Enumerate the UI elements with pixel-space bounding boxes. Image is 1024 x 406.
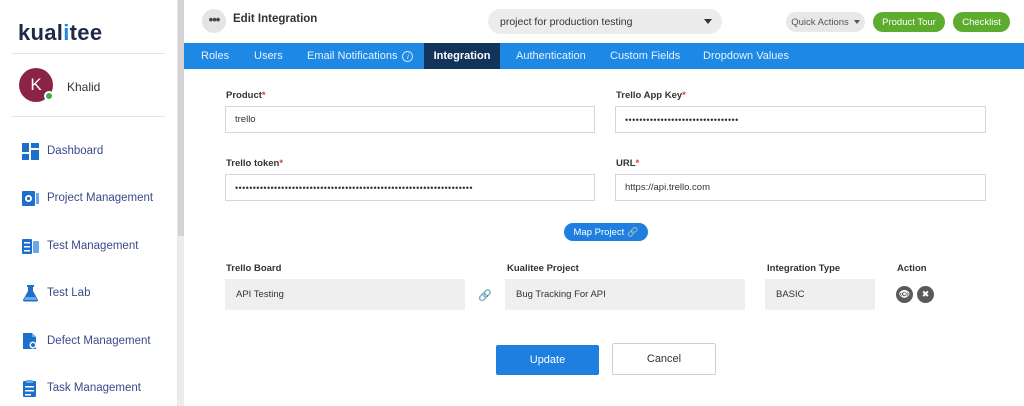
tab-authentication[interactable]: Authentication [516, 43, 586, 69]
tab-label: Email Notifications [307, 50, 398, 62]
tab-dropdown-values[interactable]: Dropdown Values [703, 43, 789, 69]
trello-token-field[interactable]: ••••••••••••••••••••••••••••••••••••••••… [225, 174, 595, 201]
tab-label: Custom Fields [610, 50, 681, 62]
tab-integration[interactable]: Integration [424, 43, 500, 69]
link-icon: 🔗 [478, 289, 492, 302]
kualitee-project-header: Kualitee Project [507, 263, 579, 274]
tab-label: Dropdown Values [703, 50, 790, 62]
sidebar-item-label: Task Management [47, 382, 141, 394]
project-selector[interactable]: project for production testing [488, 9, 722, 34]
sidebar: kualitee K Khalid Dashboard Project Mana… [0, 0, 178, 406]
sidebar-item-label: Project Management [47, 192, 154, 204]
page-title: Edit Integration [233, 13, 318, 25]
sidebar-item-test-management[interactable]: Test Management [22, 236, 138, 256]
quick-actions-dropdown[interactable]: Quick Actions [786, 12, 865, 32]
label-text: URL [616, 158, 636, 169]
product-tour-button[interactable]: Product Tour [873, 12, 945, 32]
required-marker: * [682, 90, 686, 101]
top-bar: ••• Edit Integration project for product… [184, 0, 1024, 43]
tab-label: Users [254, 50, 283, 62]
integration-type-cell: BASIC [765, 279, 875, 310]
map-project-button[interactable]: Map Project 🔗 [564, 223, 648, 241]
tab-label: Roles [201, 50, 230, 62]
avatar-initial: K [30, 75, 42, 94]
project-management-icon [22, 190, 39, 207]
update-button[interactable]: Update [496, 345, 599, 375]
url-field[interactable]: https://api.trello.com [615, 174, 986, 201]
more-menu-button[interactable]: ••• [202, 9, 226, 33]
sidebar-item-test-lab[interactable]: Test Lab [22, 283, 90, 303]
trello-board-header: Trello Board [226, 263, 282, 274]
sidebar-item-dashboard[interactable]: Dashboard [22, 141, 103, 161]
label-text: Trello App Key [616, 90, 683, 101]
divider [12, 53, 165, 54]
defect-icon [22, 332, 39, 350]
kualitee-project-cell: Bug Tracking For API [505, 279, 745, 310]
view-eye-icon[interactable]: 👁 [896, 286, 913, 303]
tab-users[interactable]: Users [254, 43, 283, 69]
kualitee-logo[interactable]: kualitee [18, 20, 102, 46]
trello-app-key-label: Trello App Key* [616, 90, 686, 101]
action-header: Action [897, 263, 927, 274]
sidebar-item-label: Test Lab [47, 287, 91, 299]
cancel-button[interactable]: Cancel [612, 343, 716, 375]
checklist-button[interactable]: Checklist [953, 12, 1010, 32]
sidebar-item-label: Test Management [47, 240, 139, 252]
map-project-label: Map Project [573, 226, 625, 238]
trello-board-cell: API Testing [225, 279, 465, 310]
tab-label: Authentication [516, 50, 586, 62]
required-marker: * [261, 90, 266, 101]
label-text: Trello token [226, 158, 280, 169]
task-icon [22, 379, 39, 397]
sidebar-item-task-management[interactable]: Task Management [22, 378, 141, 398]
tab-email-notifications[interactable]: Email Notifications i [307, 43, 414, 69]
required-marker: * [635, 158, 640, 169]
online-status-dot [44, 91, 54, 101]
sidebar-item-label: Defect Management [47, 335, 151, 347]
url-label: URL* [616, 158, 639, 169]
tab-label: Integration [433, 50, 491, 62]
chevron-down-icon [704, 19, 712, 24]
caret-down-icon [853, 20, 860, 24]
product-label: Product* [226, 90, 266, 101]
label-text: Product [226, 90, 262, 101]
remove-icon[interactable]: ✖ [917, 286, 934, 303]
sidebar-item-label: Dashboard [47, 145, 104, 157]
divider [12, 116, 165, 117]
flask-icon [22, 284, 39, 302]
quick-actions-label: Quick Actions [791, 16, 849, 28]
user-name[interactable]: Khalid [67, 80, 100, 94]
required-marker: * [279, 158, 284, 169]
info-icon[interactable]: i [402, 50, 414, 62]
project-selector-value: project for production testing [500, 15, 633, 28]
tab-custom-fields[interactable]: Custom Fields [610, 43, 680, 69]
integration-type-header: Integration Type [767, 263, 841, 274]
trello-token-label: Trello token* [226, 158, 283, 169]
sidebar-item-defect-management[interactable]: Defect Management [22, 331, 151, 351]
product-field[interactable]: trello [225, 106, 595, 133]
test-management-icon [22, 238, 39, 255]
trello-app-key-field[interactable]: •••••••••••••••••••••••••••••••• [615, 106, 986, 133]
sidebar-item-project-management[interactable]: Project Management [22, 188, 153, 208]
settings-tab-bar: Roles Users Email Notifications i Integr… [184, 43, 1024, 69]
dashboard-icon [22, 142, 39, 160]
link-icon: 🔗 [627, 226, 639, 237]
tab-roles[interactable]: Roles [201, 43, 229, 69]
